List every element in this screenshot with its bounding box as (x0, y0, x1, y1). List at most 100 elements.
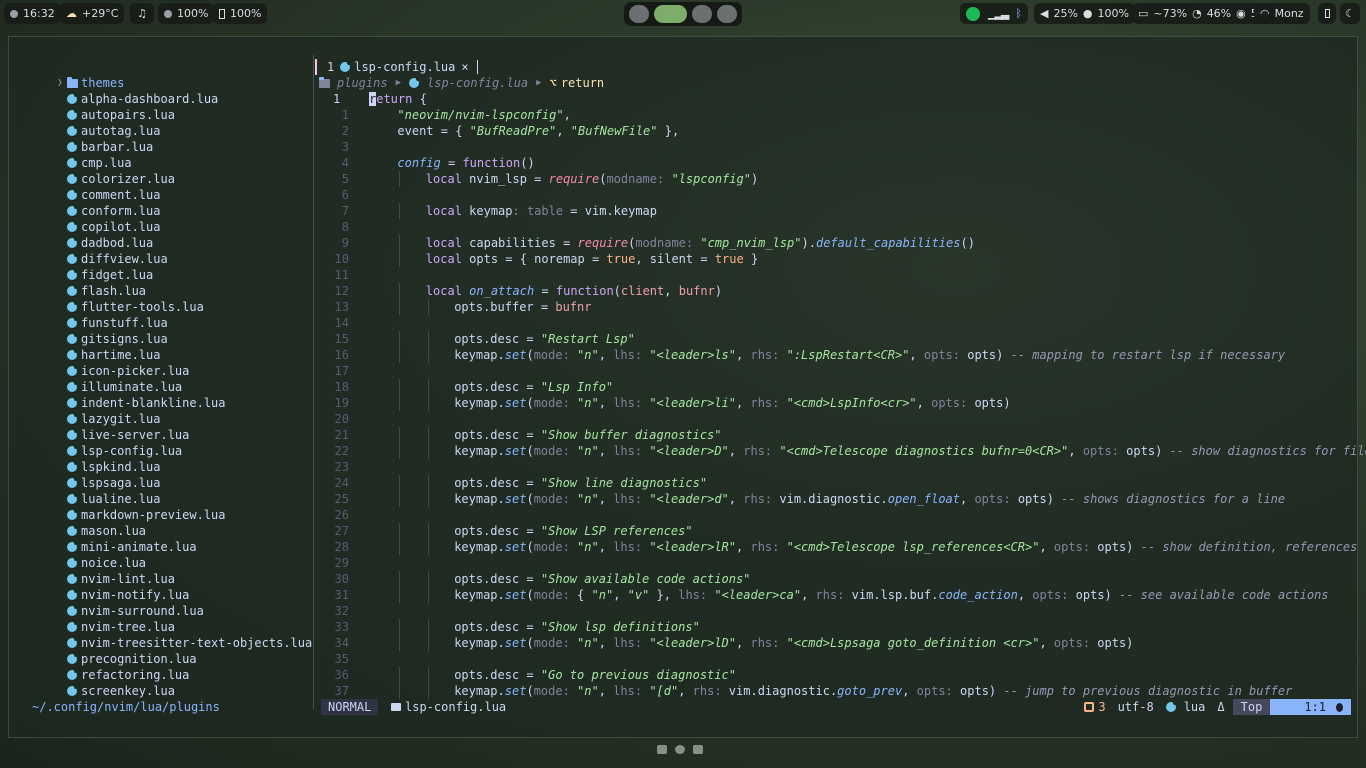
breadcrumb-file[interactable]: lsp-config.lua (427, 75, 528, 91)
tree-file-item[interactable]: lazygit.lua (29, 411, 319, 427)
code-line[interactable]: 12 local on_attach = function(client, buf… (315, 283, 1355, 299)
tree-folder-themes[interactable]: ❯ themes (29, 75, 319, 91)
workspace-2-active[interactable] (653, 5, 688, 23)
tree-file-item[interactable]: lspkind.lua (29, 459, 319, 475)
tree-file-item[interactable]: nvim-tree.lua (29, 619, 319, 635)
music-widget[interactable]: ♫ (130, 3, 154, 24)
tree-file-item[interactable]: nvim-surround.lua (29, 603, 319, 619)
tree-file-item[interactable]: conform.lua (29, 203, 319, 219)
volume-widget-small[interactable]: 100% (158, 3, 215, 24)
tree-file-item[interactable]: live-server.lua (29, 427, 319, 443)
tree-file-item[interactable]: cmp.lua (29, 155, 319, 171)
code-line[interactable]: 35 (315, 651, 1355, 667)
tree-file-item[interactable]: flash.lua (29, 283, 319, 299)
power-widget[interactable] (1318, 3, 1336, 24)
lsp-status[interactable]: 3 (1084, 699, 1106, 715)
code-line[interactable]: 20 (315, 411, 1355, 427)
clock-widget[interactable]: 16:32 (4, 3, 61, 24)
tree-file-item[interactable]: colorizer.lua (29, 171, 319, 187)
tree-file-item[interactable]: nvim-lint.lua (29, 571, 319, 587)
tree-file-item[interactable]: gitsigns.lua (29, 331, 319, 347)
code-line[interactable]: 13 opts.buffer = bufnr (315, 299, 1355, 315)
code-line[interactable]: 11 (315, 267, 1355, 283)
system-stats-widget[interactable]: ▭ ~73% ◔ 46% ◉ 5% (1132, 3, 1275, 24)
code-line[interactable]: 33 opts.desc = "Show lsp definitions" (315, 619, 1355, 635)
tab-lsp-config[interactable]: lsp-config.lua (354, 59, 455, 75)
code-line[interactable]: 36 opts.desc = "Go to previous diagnostic… (315, 667, 1355, 683)
tree-file-item[interactable]: comment.lua (29, 187, 319, 203)
tree-file-item[interactable]: mini-animate.lua (29, 539, 319, 555)
code-line[interactable]: 14 (315, 315, 1355, 331)
tree-file-item[interactable]: barbar.lua (29, 139, 319, 155)
night-mode-widget[interactable]: ☾ (1340, 3, 1360, 24)
code-line[interactable]: 27 opts.desc = "Show LSP references" (315, 523, 1355, 539)
split-separator[interactable] (313, 55, 314, 709)
code-line[interactable]: 34 keymap.set(mode: "n", lhs: "<leader>lD… (315, 635, 1355, 651)
weather-widget[interactable]: ☁ +29°C (60, 3, 125, 24)
code-line[interactable]: 30 opts.desc = "Show available code actio… (315, 571, 1355, 587)
tree-file-item[interactable]: autopairs.lua (29, 107, 319, 123)
tree-file-item[interactable]: screenkey.lua (29, 683, 319, 699)
breadcrumb-symbol[interactable]: return (561, 75, 604, 91)
code-line[interactable]: 29 (315, 555, 1355, 571)
workspace-3[interactable] (692, 5, 713, 23)
tree-file-item[interactable]: flutter-tools.lua (29, 299, 319, 315)
tree-file-item[interactable]: icon-picker.lua (29, 363, 319, 379)
code-line[interactable]: 7 local keymap: table = vim.keymap (315, 203, 1355, 219)
tree-file-item[interactable]: noice.lua (29, 555, 319, 571)
close-icon[interactable]: × (461, 59, 468, 75)
code-line[interactable]: 22 keymap.set(mode: "n", lhs: "<leader>D"… (315, 443, 1366, 459)
audio-widget[interactable]: ◀ 25% ● 100% (1034, 3, 1135, 24)
tree-file-item[interactable]: refactoring.lua (29, 667, 319, 683)
code-line[interactable]: 31 keymap.set(mode: { "n", "v" }, lhs: "<… (315, 587, 1355, 603)
wifi-widget[interactable]: ◠ Monz (1254, 3, 1310, 24)
code-line[interactable]: 4 config = function() (315, 155, 1355, 171)
code-line[interactable]: 1 "neovim/nvim-lspconfig", (315, 107, 1355, 123)
tree-file-item[interactable]: illuminate.lua (29, 379, 319, 395)
tree-file-item[interactable]: diffview.lua (29, 251, 319, 267)
breadcrumb-plugins[interactable]: plugins (337, 75, 388, 91)
code-line[interactable]: 8 (315, 219, 1355, 235)
tree-file-item[interactable]: alpha-dashboard.lua (29, 91, 319, 107)
code-line[interactable]: 15 opts.desc = "Restart Lsp" (315, 331, 1355, 347)
tree-file-item[interactable]: funstuff.lua (29, 315, 319, 331)
tree-file-item[interactable]: lualine.lua (29, 491, 319, 507)
workspace-4[interactable] (717, 5, 737, 23)
code-line[interactable]: 6 (315, 187, 1355, 203)
tree-file-item[interactable]: fidget.lua (29, 267, 319, 283)
camera-icon[interactable] (675, 745, 685, 754)
code-line[interactable]: 23 (315, 459, 1355, 475)
code-line[interactable]: 5 local nvim_lsp = require(modname: "lspc… (315, 171, 1355, 187)
tree-file-item[interactable]: indent-blankline.lua (29, 395, 319, 411)
code-editor[interactable]: 1 return {1 "neovim/nvim-lspconfig", 2 event… (315, 91, 1366, 699)
battery-widget-small[interactable]: 100% (213, 3, 268, 24)
tree-file-item[interactable]: autotag.lua (29, 123, 319, 139)
code-line[interactable]: 17 (315, 363, 1355, 379)
code-line[interactable]: 28 keymap.set(mode: "n", lhs: "<leader>lR… (315, 539, 1357, 555)
code-line[interactable]: 32 (315, 603, 1355, 619)
code-line[interactable]: 9 local capabilities = require(modname: "… (315, 235, 1355, 251)
workspace-1[interactable] (629, 5, 649, 23)
bluetooth-icon[interactable]: ᛒ (1015, 7, 1022, 20)
tree-file-item[interactable]: lsp-config.lua (29, 443, 319, 459)
tree-file-item[interactable]: nvim-treesitter-text-objects.lua (29, 635, 319, 651)
tree-file-item[interactable]: lspsaga.lua (29, 475, 319, 491)
code-line[interactable]: 25 keymap.set(mode: "n", lhs: "<leader>d"… (315, 491, 1355, 507)
code-line[interactable]: 3 (315, 139, 1355, 155)
code-line[interactable]: 10 local opts = { noremap = true, silent … (315, 251, 1355, 267)
code-line[interactable]: 19 keymap.set(mode: "n", lhs: "<leader>li… (315, 395, 1355, 411)
code-line[interactable]: 21 opts.desc = "Show buffer diagnostics" (315, 427, 1355, 443)
code-line[interactable]: 24 opts.desc = "Show line diagnostics" (315, 475, 1355, 491)
code-line[interactable]: 18 opts.desc = "Lsp Info" (315, 379, 1355, 395)
tree-file-item[interactable]: markdown-preview.lua (29, 507, 319, 523)
spotify-icon[interactable] (966, 6, 980, 21)
settings-icon[interactable] (693, 745, 703, 754)
tree-file-item[interactable]: nvim-notify.lua (29, 587, 319, 603)
code-line[interactable]: 1 return { (315, 91, 1355, 107)
tree-file-item[interactable]: precognition.lua (29, 651, 319, 667)
tree-file-item[interactable]: hartime.lua (29, 347, 319, 363)
code-line[interactable]: 2 event = { "BufReadPre", "BufNewFile" }, (315, 123, 1355, 139)
tree-file-item[interactable]: mason.lua (29, 523, 319, 539)
code-line[interactable]: 37 keymap.set(mode: "n", lhs: "[d", rhs: … (315, 683, 1355, 699)
tree-file-item[interactable]: dadbod.lua (29, 235, 319, 251)
